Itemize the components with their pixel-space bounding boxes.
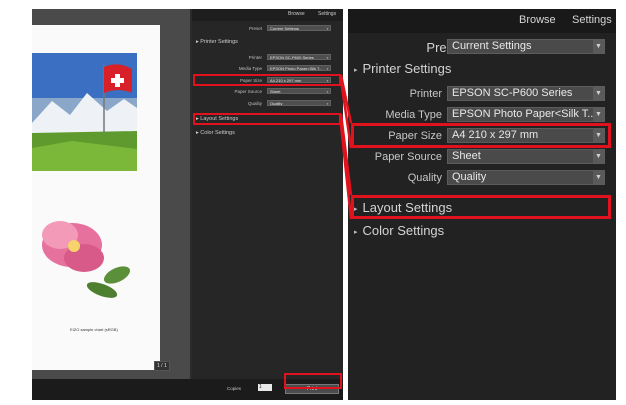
tab-browse[interactable]: Browse	[519, 14, 556, 26]
printer-label: Printer	[248, 55, 262, 60]
print-preview-area: EIZO sample chart (sRGB) 1 / 1	[32, 9, 190, 379]
printer-label: Printer	[409, 88, 442, 100]
top-tabbar: Browse Settings	[348, 9, 616, 33]
quality-label: Quality	[407, 172, 442, 184]
media-type-select[interactable]: EPSON Photo Paper<Silk T... ▼	[267, 65, 331, 71]
settings-panel-small: Browse Settings Preset Current Settings ▼…	[192, 9, 343, 379]
printer-select[interactable]: EPSON SC-P600 Series ▼	[267, 54, 331, 60]
left-screenshot: EIZO sample chart (sRGB) 1 / 1 Browse Se…	[32, 9, 343, 400]
copies-label: Copies	[227, 386, 242, 391]
chevron-down-icon: ▼	[593, 108, 604, 121]
paper-source-value: Sheet	[452, 150, 481, 162]
paper-source-label: Paper Source	[374, 151, 442, 163]
color-settings-section[interactable]: ▸ Color Settings	[196, 130, 235, 136]
tab-settings[interactable]: Settings	[318, 11, 336, 17]
media-type-label: Media Type	[238, 66, 262, 71]
quality-value: Quality	[452, 171, 487, 183]
layout-settings-highlight	[351, 195, 611, 219]
preview-paper: EIZO sample chart (sRGB)	[32, 25, 160, 370]
chevron-down-icon: ▼	[326, 102, 329, 106]
paper-source-value: Sheet	[270, 89, 281, 94]
tab-settings[interactable]: Settings	[572, 14, 612, 26]
chevron-down-icon: ▼	[593, 87, 604, 100]
printer-select[interactable]: EPSON SC-P600 Series ▼	[447, 86, 605, 101]
printer-settings-section[interactable]: ▸ Printer Settings	[354, 61, 451, 76]
chevron-down-icon: ▼	[593, 40, 604, 53]
section-arrow-icon: ▸	[354, 66, 358, 74]
color-settings-section[interactable]: ▸ Color Settings	[354, 223, 444, 238]
print-button-highlight	[284, 373, 342, 389]
tab-browse[interactable]: Browse	[288, 11, 305, 17]
chevron-down-icon: ▼	[593, 150, 604, 163]
section-label: Printer Settings	[200, 39, 238, 45]
copies-input[interactable]: 1	[258, 384, 272, 391]
printer-value: EPSON SC-P600 Series	[452, 87, 573, 99]
preset-value: Current Settings	[452, 40, 532, 52]
layout-settings-highlight-small	[193, 113, 341, 125]
section-label: Color Settings	[200, 130, 235, 136]
chevron-down-icon: ▼	[593, 171, 604, 184]
section-label: Printer Settings	[362, 61, 452, 76]
preview-caption: EIZO sample chart (sRGB)	[70, 327, 118, 332]
chevron-down-icon: ▼	[326, 90, 329, 94]
paper-size-highlight	[351, 123, 611, 148]
paper-source-label: Paper Source	[234, 89, 262, 94]
quality-label: Quality	[247, 101, 262, 106]
paper-size-highlight-small	[193, 74, 341, 86]
preset-select[interactable]: Current Settings ▼	[267, 25, 331, 31]
preset-value: Current Settings	[270, 26, 299, 31]
chevron-down-icon: ▼	[326, 56, 329, 60]
quality-value: Quality	[270, 101, 283, 106]
top-tabbar: Browse Settings	[192, 9, 343, 21]
paper-source-select[interactable]: Sheet ▼	[447, 149, 605, 164]
printer-value: EPSON SC-P600 Series	[270, 55, 314, 60]
page-navigator[interactable]: 1 / 1	[154, 361, 170, 371]
printer-settings-section[interactable]: ▸ Printer Settings	[196, 39, 238, 45]
swiss-flag-photo	[32, 53, 137, 171]
media-type-select[interactable]: EPSON Photo Paper<Silk T... ▼	[447, 107, 605, 122]
preset-select[interactable]: Current Settings ▼	[447, 39, 605, 54]
media-type-label: Media Type	[385, 109, 442, 121]
section-arrow-icon: ▸	[354, 228, 358, 236]
pink-flower-photo	[42, 221, 131, 298]
quality-select[interactable]: Quality ▼	[267, 100, 331, 106]
paper-source-select[interactable]: Sheet ▼	[267, 88, 331, 94]
media-type-value: EPSON Photo Paper<Silk T...	[270, 66, 323, 71]
right-zoomed-settings: Browse Settings Preset Current Settings ▼…	[348, 9, 616, 400]
quality-select[interactable]: Quality ▼	[447, 170, 605, 185]
chevron-down-icon: ▼	[326, 67, 329, 71]
section-label: Color Settings	[362, 223, 445, 238]
media-type-value: EPSON Photo Paper<Silk T...	[452, 108, 597, 120]
chevron-down-icon: ▼	[326, 27, 329, 31]
preset-label: Preset	[248, 26, 262, 31]
